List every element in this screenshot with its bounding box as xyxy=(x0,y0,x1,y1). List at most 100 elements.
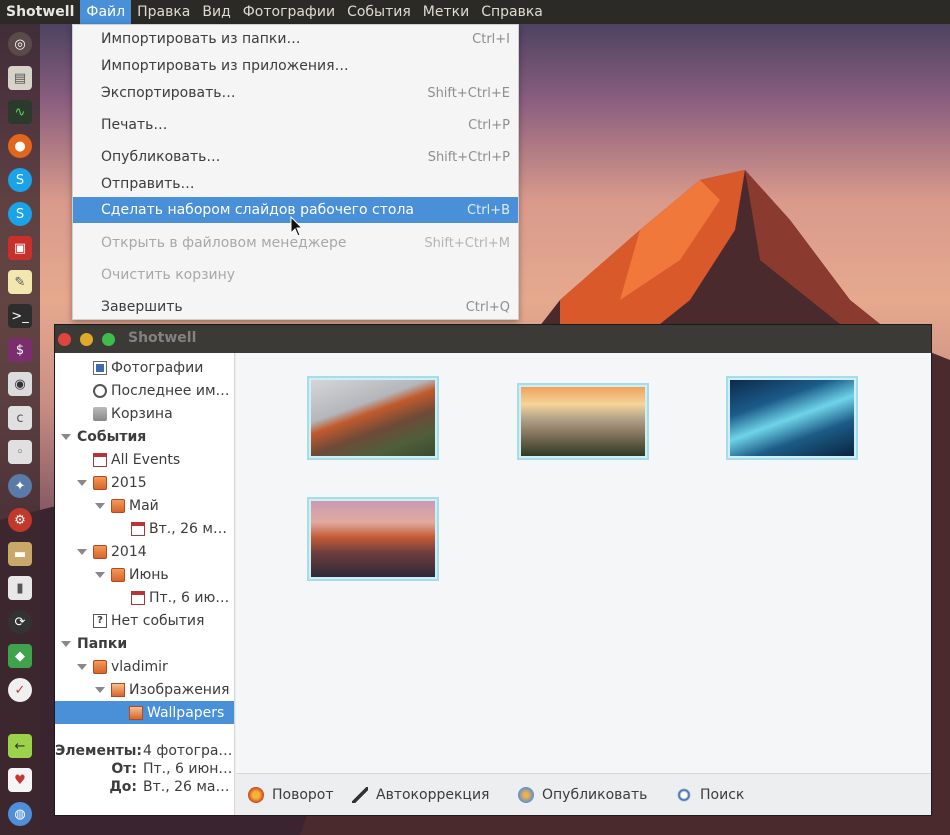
photo-thumbnail[interactable] xyxy=(307,497,439,581)
menu-item-import-app[interactable]: Импортировать из приложения… xyxy=(73,53,518,79)
menu-item-publish[interactable]: Опубликовать… Shift+Ctrl+P xyxy=(73,144,518,170)
menu-tags[interactable]: Метки xyxy=(417,0,475,24)
optical-drive-icon[interactable]: ◦ xyxy=(8,440,32,464)
search-label: Поиск xyxy=(700,787,745,803)
expander-icon[interactable] xyxy=(77,663,87,670)
photo-thumbnail[interactable] xyxy=(517,383,649,460)
sidebar-item-no-event[interactable]: ? Нет события xyxy=(55,609,234,632)
search-button[interactable]: Поиск xyxy=(676,785,744,805)
photo-image xyxy=(311,501,435,577)
sidebar-item-june[interactable]: Июнь xyxy=(55,563,234,586)
sidebar-label: Нет события xyxy=(111,612,205,629)
sidebar-label: 2015 xyxy=(111,474,147,491)
menu-view[interactable]: Вид xyxy=(196,0,236,24)
sidebar-label: vladimir xyxy=(111,658,168,675)
firefox-icon[interactable]: ● xyxy=(8,134,32,158)
info-value: 4 фотогра… xyxy=(143,743,233,759)
system-monitor-icon[interactable]: ∿ xyxy=(8,100,32,124)
skype-icon[interactable]: S xyxy=(8,168,32,192)
sidebar-item-last-import[interactable]: Последнее им… xyxy=(55,379,234,402)
menu-item-label: Отправить… xyxy=(101,176,195,192)
photo-thumbnail[interactable] xyxy=(726,376,858,460)
files-icon[interactable]: ▤ xyxy=(8,66,32,90)
media-icon[interactable]: ▮ xyxy=(8,576,32,600)
android-icon[interactable]: ◆ xyxy=(8,644,32,668)
autocorrect-button[interactable]: Автокоррекция xyxy=(352,785,489,805)
sidebar-header-folders[interactable]: Папки xyxy=(55,632,234,655)
menu-photos[interactable]: Фотографии xyxy=(237,0,341,24)
expander-icon[interactable] xyxy=(95,571,105,578)
menu-events[interactable]: События xyxy=(341,0,417,24)
sidebar-item-2014[interactable]: 2014 xyxy=(55,540,234,563)
menu-item-print[interactable]: Печать… Ctrl+P xyxy=(73,112,518,138)
sidebar: Фотографии Последнее им… Корзина События… xyxy=(55,353,235,815)
text-editor-icon[interactable]: ✎ xyxy=(8,270,32,294)
photo-thumbnail[interactable] xyxy=(307,376,439,460)
menu-item-quit[interactable]: Завершить Ctrl+Q xyxy=(73,294,518,320)
shotwell-icon[interactable]: ✦ xyxy=(8,474,32,498)
folder-icon xyxy=(111,567,125,582)
terminal-alt-icon[interactable]: $ xyxy=(8,338,32,362)
info-label: От: xyxy=(111,761,137,777)
sidebar-item-2015[interactable]: 2015 xyxy=(55,471,234,494)
sidebar-item-wallpapers[interactable]: Wallpapers xyxy=(55,701,234,724)
globe-icon[interactable]: ◍ xyxy=(8,802,32,826)
expander-icon[interactable] xyxy=(61,640,71,647)
trash-icon xyxy=(93,406,107,421)
disk-icon[interactable]: c xyxy=(8,406,32,430)
sidebar-label: Фотографии xyxy=(111,359,204,376)
info-from: От: Пт., 6 июн… xyxy=(55,761,234,781)
expander-icon[interactable] xyxy=(95,686,105,693)
back-arrow-icon[interactable]: ← xyxy=(8,734,32,758)
shotwell-window: Shotwell Фотографии Последнее им… Корзин… xyxy=(55,325,931,815)
sidebar-item-may-26[interactable]: Вт., 26 ма… xyxy=(55,517,235,540)
menu-help[interactable]: Справка xyxy=(475,0,549,24)
camera-icon[interactable]: ◉ xyxy=(8,372,32,396)
sidebar-label: Вт., 26 ма… xyxy=(149,520,235,537)
sidebar-item-all-events[interactable]: All Events xyxy=(55,448,234,471)
expander-icon[interactable] xyxy=(77,548,87,555)
rotate-button[interactable]: Поворот xyxy=(248,785,334,805)
menu-item-export[interactable]: Экспортировать… Shift+Ctrl+E xyxy=(73,80,518,106)
menu-item-label: Завершить xyxy=(101,299,183,315)
unknown-event-icon: ? xyxy=(93,613,107,628)
expander-icon[interactable] xyxy=(95,502,105,509)
sidebar-label: Корзина xyxy=(111,405,173,422)
dash-home-icon[interactable]: ◎ xyxy=(8,32,32,56)
terminal-icon[interactable]: >_ xyxy=(8,304,32,328)
minimize-button[interactable] xyxy=(80,333,93,346)
menu-item-accel: Ctrl+I xyxy=(472,31,510,47)
sidebar-header-events[interactable]: События xyxy=(55,425,234,448)
publish-button[interactable]: Опубликовать xyxy=(518,785,647,805)
magic-wand-icon xyxy=(352,787,368,803)
sidebar-item-june-6[interactable]: Пт., 6 июн… xyxy=(55,586,234,609)
skype-alt-icon[interactable]: S xyxy=(8,202,32,226)
sidebar-item-trash[interactable]: Корзина xyxy=(55,402,234,425)
sidebar-item-photos[interactable]: Фотографии xyxy=(55,356,234,379)
archive-icon[interactable]: ▬ xyxy=(8,542,32,566)
menu-item-send[interactable]: Отправить… xyxy=(73,171,518,197)
menu-file[interactable]: Файл xyxy=(80,0,132,24)
sidebar-item-may[interactable]: Май xyxy=(55,494,234,517)
tasks-icon[interactable]: ✓ xyxy=(8,678,32,702)
photo-grid xyxy=(236,353,931,773)
menu-item-label: Сделать набором слайдов рабочего стола xyxy=(101,202,414,218)
sidebar-item-images[interactable]: Изображения xyxy=(55,678,234,701)
menu-edit[interactable]: Правка xyxy=(131,0,196,24)
expander-icon[interactable] xyxy=(77,479,87,486)
menu-item-import-folder[interactable]: Импортировать из папки… Ctrl+I xyxy=(73,26,518,52)
folder-pictures-icon xyxy=(111,682,125,697)
sidebar-item-vladimir[interactable]: vladimir xyxy=(55,655,234,678)
update-icon[interactable]: ⟳ xyxy=(8,610,32,634)
calendar-app-icon[interactable]: ▣ xyxy=(8,236,32,260)
cards-icon[interactable]: ♥ xyxy=(8,768,32,792)
close-button[interactable] xyxy=(58,333,71,346)
settings-icon[interactable]: ⚙ xyxy=(8,508,32,532)
info-value: Пт., 6 июн… xyxy=(143,761,233,777)
publish-label: Опубликовать xyxy=(542,787,648,803)
expander-icon[interactable] xyxy=(61,433,71,440)
sidebar-label: All Events xyxy=(111,451,181,468)
bottom-toolbar: Поворот Автокоррекция Опубликовать Поиск xyxy=(236,773,931,815)
menu-item-empty-trash[interactable]: Очистить корзину xyxy=(73,262,518,288)
maximize-button[interactable] xyxy=(102,333,115,346)
